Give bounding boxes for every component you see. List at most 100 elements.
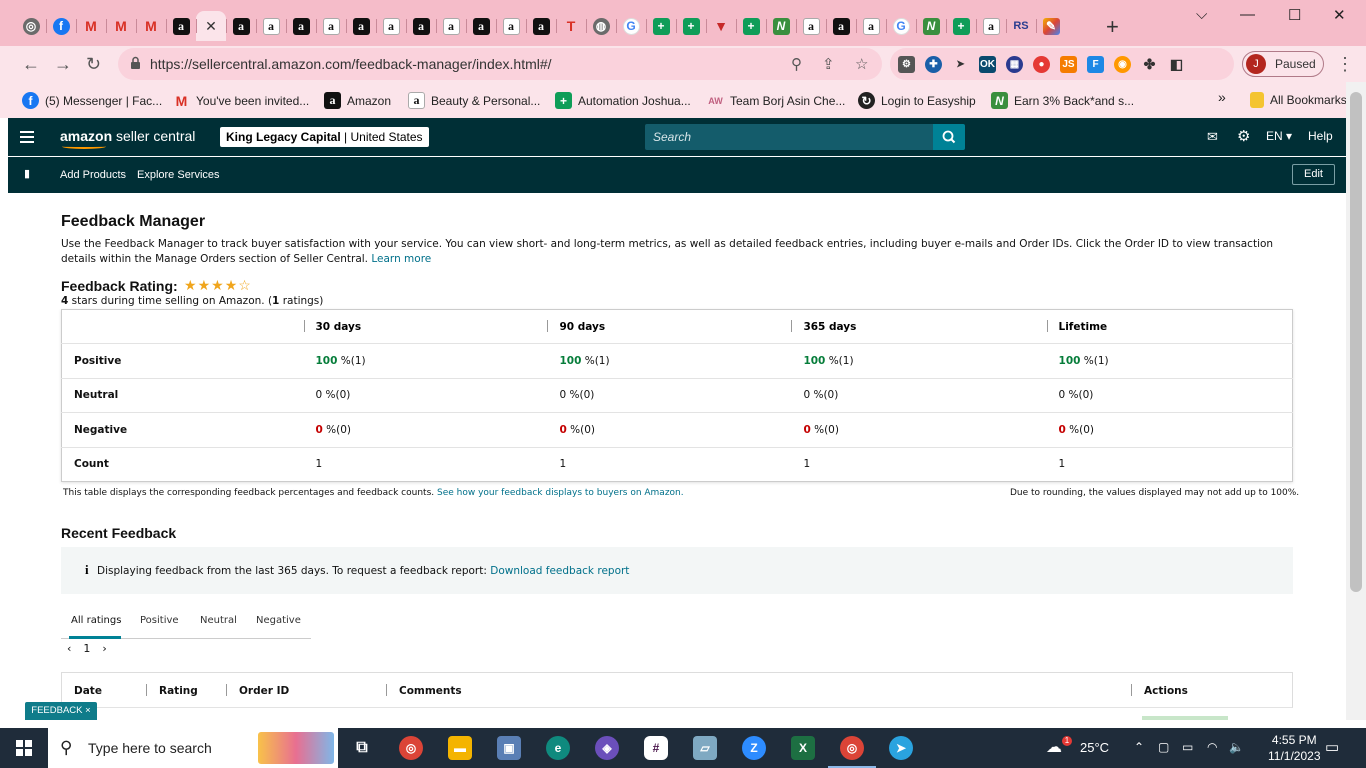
browser-tab[interactable]: a [226,11,256,41]
edge-icon[interactable]: e [546,736,570,760]
slack-icon[interactable]: # [644,736,668,760]
browser-tab[interactable]: RS [1006,11,1036,41]
browser-tab[interactable]: M [136,11,166,41]
all-bookmarks-folder[interactable]: All Bookmarks [1250,92,1347,108]
feedback-tag-button[interactable]: FEEDBACK × [25,702,97,720]
help-link[interactable]: Help [1308,129,1333,143]
action-button[interactable] [1142,716,1228,720]
hamburger-menu-icon[interactable] [20,131,34,143]
notes-icon[interactable]: ▱ [693,736,717,760]
mail-icon[interactable]: ✉ [1207,129,1218,145]
close-icon[interactable]: ✕ [203,18,220,35]
browser-tab[interactable]: a [976,11,1006,41]
browser-tab[interactable]: a [496,11,526,41]
bookmark-item[interactable]: AW Team Borj Asin Che... [707,92,845,109]
language-selector[interactable]: EN ▾ [1266,129,1292,143]
col-rating[interactable]: Rating [159,685,198,697]
minimize-icon[interactable]: — [1240,6,1255,23]
browser-tab[interactable]: N [766,11,796,41]
browser-menu-icon[interactable]: ⋮ [1336,54,1354,75]
browser-tab[interactable]: a [526,11,556,41]
feedback-display-link[interactable]: See how your feedback displays to buyers… [437,488,684,498]
browser-tab[interactable]: + [736,11,766,41]
taskbar-clock[interactable]: 4:55 PM 11/1/2023 [1268,732,1321,764]
bookmark-item[interactable]: N Earn 3% Back*and s... [991,92,1134,109]
browser-tab[interactable]: + [676,11,706,41]
back-icon[interactable]: ← [22,54,40,75]
tab-search-chevron-icon[interactable]: ⌵ [1196,6,1207,23]
tab-all-ratings[interactable]: All ratings [71,615,121,626]
reload-icon[interactable]: ↻ [86,54,101,75]
browser-tab[interactable]: a [316,11,346,41]
close-window-icon[interactable]: ✕ [1333,6,1346,24]
search-input[interactable]: Search [645,124,933,150]
extension-pokeball-icon[interactable]: ● [1033,55,1050,73]
browser-tab[interactable]: M [106,11,136,41]
browser-tab[interactable]: M [76,11,106,41]
browser-tab[interactable]: a [346,11,376,41]
notification-icon[interactable]: ▭ [1325,738,1339,756]
browser-tab[interactable]: T [556,11,586,41]
chevron-up-icon[interactable]: ⌃ [1134,740,1144,754]
browser-tab[interactable]: a [256,11,286,41]
browser-tab[interactable]: ✕ [196,11,226,41]
download-report-link[interactable]: Download feedback report [490,565,629,577]
extension-grid-icon[interactable]: ▦ [1006,55,1023,73]
vpn-icon[interactable]: ◈ [595,736,619,760]
weather-temp[interactable]: 25°C [1080,740,1109,755]
url-text[interactable]: https://sellercentral.amazon.com/feedbac… [150,56,552,72]
taskbar-search-input[interactable]: ⚲ Type here to search [48,728,338,768]
page-number[interactable]: 1 [83,642,90,655]
extension-blue-icon[interactable]: ✚ [925,55,942,73]
bookmark-item[interactable]: + Automation Joshua... [555,92,691,109]
browser-tab[interactable]: ✎ [1036,11,1066,41]
wifi-icon[interactable]: ◠ [1207,740,1217,754]
remote-desktop-icon[interactable]: ▣ [497,736,521,760]
extension-fba-icon[interactable]: F [1087,55,1104,73]
browser-tab[interactable]: a [796,11,826,41]
extension-arrow-icon[interactable]: ➤ [952,56,969,73]
browser-tab[interactable]: a [406,11,436,41]
browser-tab[interactable]: f [46,11,76,41]
browser-tab[interactable]: a [436,11,466,41]
browser-tab[interactable]: a [466,11,496,41]
browser-tab[interactable]: a [856,11,886,41]
browser-tab[interactable]: ◍ [586,11,616,41]
page-scrollbar[interactable] [1346,82,1366,720]
file-explorer-icon[interactable]: ▬ [448,736,472,760]
extension-ok-icon[interactable]: OK [979,55,996,73]
col-actions[interactable]: Actions [1144,685,1188,697]
prev-page-icon[interactable]: ‹ [67,642,71,655]
windows-start-icon[interactable] [16,740,32,756]
search-button[interactable] [933,124,965,150]
browser-tab[interactable]: N [916,11,946,41]
browser-tab[interactable]: a [166,11,196,41]
extension-orange-icon[interactable]: ◉ [1114,55,1131,73]
bookmark-item[interactable]: f (5) Messenger | Fac... [22,92,162,109]
explore-services-link[interactable]: Explore Services [137,169,220,181]
share-icon[interactable]: ⇪ [822,55,835,73]
bookmark-item[interactable]: a Beauty & Personal... [408,92,540,109]
meet-now-icon[interactable]: ▢ [1158,740,1169,754]
more-bookmarks-button[interactable]: » [1218,89,1226,105]
tab-negative[interactable]: Negative [256,615,301,626]
col-date[interactable]: Date [74,685,102,697]
browser-tab[interactable]: ▼ [706,11,736,41]
chrome-icon[interactable]: ◎ [399,736,423,760]
browser-tab[interactable]: G [886,11,916,41]
scrollbar-thumb[interactable] [1350,92,1362,592]
browser-tab[interactable]: + [946,11,976,41]
next-page-icon[interactable]: › [102,642,106,655]
seller-central-logo[interactable]: amazon seller central [60,128,195,144]
browser-tab[interactable]: G [616,11,646,41]
new-tab-button[interactable]: + [1106,14,1119,40]
volume-icon[interactable]: 🔈 [1229,740,1244,754]
extension-off-icon[interactable]: ⚙ [898,55,915,73]
profile-button[interactable]: J Paused [1242,51,1324,77]
zoom-icon[interactable]: Z [742,736,766,760]
bookmark-item[interactable]: ↻ Login to Easyship [858,92,976,109]
bookmark-nav-icon[interactable]: ▮ [24,167,30,180]
browser-tab[interactable]: + [646,11,676,41]
bookmark-item[interactable]: a Amazon [324,92,391,109]
learn-more-link[interactable]: Learn more [371,253,431,265]
